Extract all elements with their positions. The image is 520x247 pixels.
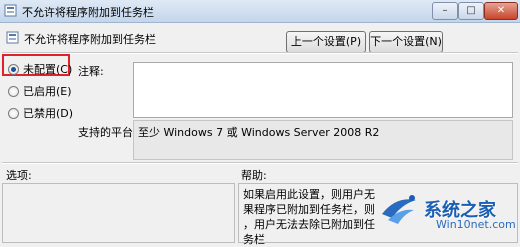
close-button[interactable]: ✕: [484, 2, 518, 20]
watermark-url: Win10net.com: [436, 218, 516, 231]
policy-name: 不允许将程序附加到任务栏: [24, 33, 156, 46]
radio-not-configured[interactable]: 未配置(C): [8, 62, 72, 76]
maximize-button[interactable]: □: [458, 2, 484, 20]
section-divider: [2, 162, 518, 164]
radio-disabled[interactable]: 已禁用(D): [8, 106, 73, 120]
next-setting-button[interactable]: 下一个设置(N): [369, 31, 443, 53]
radio-button[interactable]: [8, 107, 19, 119]
supported-platform-label: 支持的平台:: [78, 126, 137, 139]
comment-label: 注释:: [78, 65, 104, 78]
radio-button[interactable]: [8, 85, 19, 97]
radio-label: 已禁用(D): [23, 107, 74, 120]
header-divider: [2, 52, 518, 54]
options-label: 选项:: [6, 169, 32, 182]
options-panel: [2, 183, 235, 243]
radio-label: 未配置(C): [23, 63, 73, 76]
radio-label: 已启用(E): [23, 85, 72, 98]
radio-button[interactable]: [8, 63, 19, 75]
previous-setting-button[interactable]: 上一个设置(P): [286, 31, 366, 53]
supported-platform-box: 至少 Windows 7 或 Windows Server 2008 R2: [133, 120, 513, 160]
window-title: 不允许将程序附加到任务栏: [22, 6, 154, 19]
minimize-button[interactable]: –: [432, 2, 458, 20]
comment-textarea[interactable]: [133, 62, 513, 118]
help-line: 务栏: [243, 233, 265, 246]
supported-platform-value: 至少 Windows 7 或 Windows Server 2008 R2: [138, 126, 380, 139]
radio-enabled[interactable]: 已启用(E): [8, 84, 72, 98]
policy-icon: [6, 31, 19, 44]
watermark-logo-icon: [382, 195, 416, 224]
help-label: 帮助:: [241, 169, 267, 182]
policy-icon: [4, 4, 17, 17]
